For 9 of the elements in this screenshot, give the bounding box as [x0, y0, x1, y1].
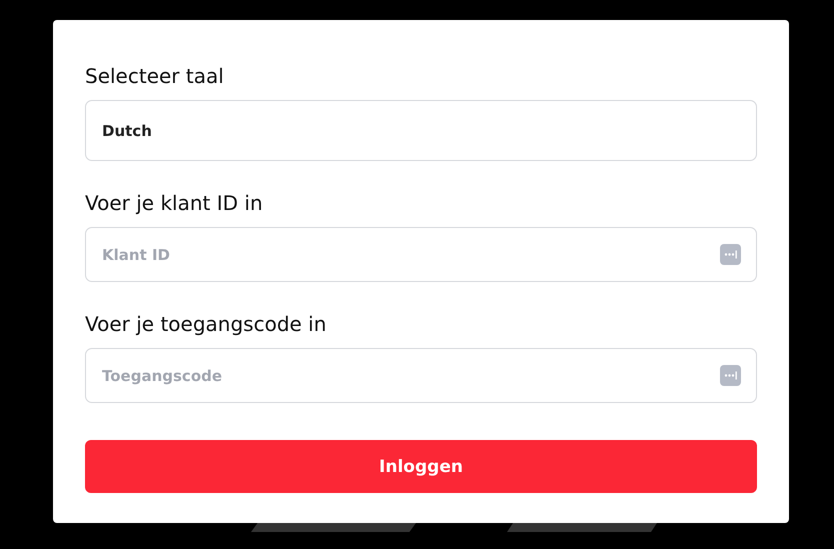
password-dots-icon	[720, 365, 741, 386]
language-select[interactable]: Dutch	[85, 100, 757, 161]
login-button[interactable]: Inloggen	[85, 440, 757, 493]
field-label: Voer je klant ID in	[85, 190, 264, 217]
input-field[interactable]: Toegangscode	[85, 348, 757, 403]
password-dots-icon	[720, 244, 741, 265]
field-label: Selecteer taal	[85, 63, 225, 90]
field-label: Voer je toegangscode in	[85, 311, 328, 338]
input-field[interactable]: Klant ID	[85, 227, 757, 282]
